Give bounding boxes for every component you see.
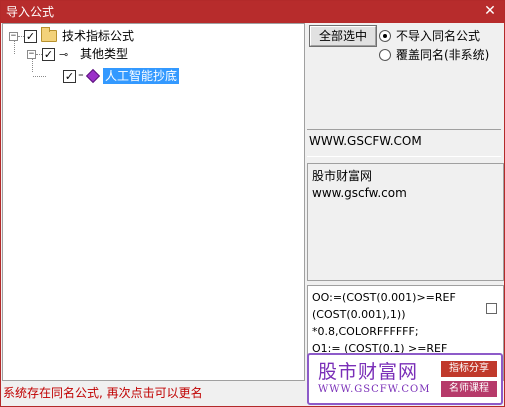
formula-tree[interactable]: − ✓ 技术指标公式 − ✓ ⊸ 其他类型 ✓ ⁼ 人工智能抄底	[2, 23, 305, 381]
tree-label-leaf[interactable]: 人工智能抄底	[103, 68, 180, 84]
close-icon[interactable]: ✕	[482, 2, 498, 20]
radio-label[interactable]: 覆盖同名(非系统)	[396, 46, 489, 63]
site-watermark: 股市财富网 WWW.GSCFW.COM 指标分享 名师课程	[307, 353, 503, 405]
tree-checkbox-leaf[interactable]: ✓	[63, 69, 76, 83]
radio-button-on[interactable]	[379, 29, 391, 42]
collapse-icon[interactable]: −	[27, 49, 36, 59]
formula-name-field: WWW.GSCFW.COM	[307, 129, 501, 157]
tree-node-root[interactable]: − ✓ 技术指标公式	[9, 27, 134, 45]
watermark-tag: 指标分享	[441, 361, 497, 377]
folder-icon	[41, 27, 57, 42]
select-all-button[interactable]: 全部选中	[309, 25, 377, 47]
code-line: *0.8,COLORFFFFFF;	[312, 325, 419, 338]
radio-skip-duplicates[interactable]: 不导入同名公式	[379, 27, 480, 44]
window-title: 导入公式	[6, 5, 55, 19]
import-formula-dialog: 导入公式 ✕ − ✓ 技术指标公式 − ✓ ⊸ 其他类型 ✓ ⁼ 人工智能抄底	[0, 0, 505, 407]
tree-checkbox-root[interactable]: ✓	[24, 29, 37, 43]
tree-checkbox-child[interactable]: ✓	[42, 47, 55, 61]
radio-overwrite-duplicates[interactable]: 覆盖同名(非系统)	[379, 46, 489, 63]
code-line: OO:=(COST(0.001)>=REF	[312, 291, 456, 304]
tree-label-root[interactable]: 技术指标公式	[62, 28, 134, 44]
title-bar[interactable]: 导入公式 ✕	[1, 1, 504, 23]
description-line: www.gscfw.com	[312, 186, 407, 200]
radio-label[interactable]: 不导入同名公式	[396, 27, 480, 44]
formula-gem-icon	[85, 68, 101, 84]
watermark-tag: 名师课程	[441, 381, 497, 397]
watermark-site-name: 股市财富网	[318, 361, 419, 383]
formula-description: 股市财富网 www.gscfw.com	[307, 163, 504, 281]
key-icon: ⊸	[59, 47, 69, 61]
radio-button-off[interactable]	[379, 48, 391, 61]
tree-label-child[interactable]: 其他类型	[80, 46, 128, 62]
description-line: 股市财富网	[312, 169, 373, 183]
tree-node-child[interactable]: − ✓ ⊸ 其他类型	[27, 45, 128, 63]
tree-node-leaf[interactable]: ✓ ⁼ 人工智能抄底	[33, 67, 180, 85]
collapse-icon[interactable]: −	[9, 31, 18, 41]
link-icon: ⁼	[78, 69, 84, 83]
tree-connector	[33, 76, 46, 77]
code-line: (COST(0.001),1))	[312, 308, 406, 321]
watermark-url: WWW.GSCFW.COM	[318, 384, 431, 395]
code-checkbox[interactable]	[486, 303, 497, 314]
status-message: 系统存在同名公式, 再次点击可以更名	[3, 386, 203, 400]
